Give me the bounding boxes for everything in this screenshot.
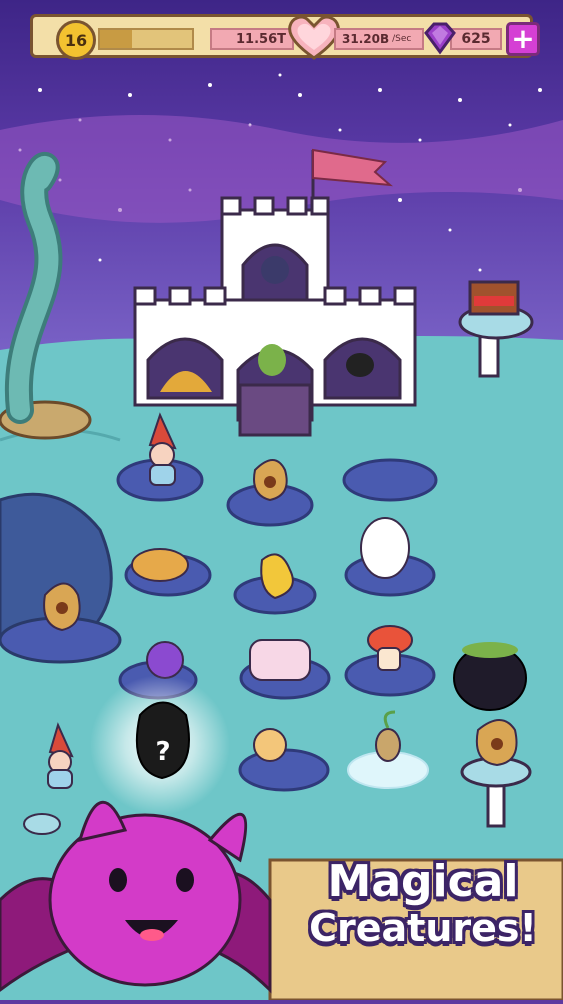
coin-bag-left	[43, 582, 81, 632]
add-gems-button[interactable]: +	[506, 22, 540, 56]
income-rate-value: 31.20B	[342, 32, 390, 46]
income-rate-unit: /Sec	[392, 34, 412, 44]
coin-bag	[253, 459, 288, 502]
promo-line-1: Magical	[327, 856, 519, 907]
gift-basket	[249, 639, 311, 681]
eyeball-creature	[146, 641, 184, 679]
promo-title: Magical Creatures!	[288, 856, 558, 951]
yeti-creature	[360, 517, 410, 579]
game-scene: ?	[0, 0, 563, 1002]
cherub-creature	[253, 728, 287, 762]
dragon-egg-creature	[131, 548, 189, 582]
gold-counter: 11.56T	[210, 28, 294, 50]
mystery-bag: ?	[90, 675, 230, 815]
gem-icon	[424, 22, 456, 55]
cauldron-goblin	[453, 642, 527, 711]
scene-art: ?	[0, 0, 563, 1002]
income-rate: 31.20B/Sec	[334, 28, 424, 50]
top-hud: 16 11.56T 31.20B/Sec 625 +	[30, 8, 540, 66]
promo-line-2: Creatures!	[309, 906, 537, 950]
xp-progress-fill	[100, 30, 133, 48]
svg-text:?: ?	[155, 737, 170, 767]
level-badge[interactable]: 16	[56, 20, 96, 60]
xp-progress-bar	[98, 28, 194, 50]
